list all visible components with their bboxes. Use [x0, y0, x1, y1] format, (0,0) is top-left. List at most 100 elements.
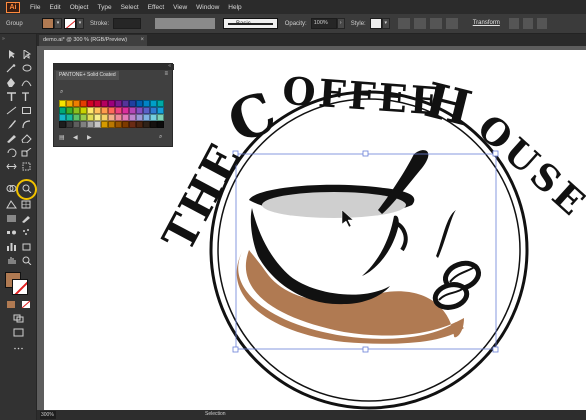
pencil-tool-icon[interactable]: [6, 134, 17, 143]
pantone-swatch[interactable]: [122, 100, 129, 107]
opacity-dropdown-icon[interactable]: ›: [336, 18, 345, 29]
menu-type[interactable]: Type: [97, 4, 111, 11]
stroke-dropdown-icon[interactable]: ▾: [76, 18, 84, 29]
direct-selection-tool-icon[interactable]: [21, 50, 32, 59]
opacity-label[interactable]: Opacity:: [285, 21, 307, 27]
next-icon[interactable]: ▶: [87, 134, 92, 141]
pantone-swatch[interactable]: [94, 114, 101, 121]
bbox-handle-bl[interactable]: [232, 346, 239, 353]
pantone-swatch[interactable]: [157, 114, 164, 121]
menu-effect[interactable]: Effect: [148, 4, 165, 11]
hand-tool-icon[interactable]: [6, 256, 17, 265]
menu-object[interactable]: Object: [70, 4, 89, 11]
selection-tool-icon[interactable]: [6, 50, 17, 59]
pantone-swatch[interactable]: [150, 114, 157, 121]
drawing-modes-icon[interactable]: [13, 314, 24, 323]
isolate-group-icon[interactable]: [445, 18, 458, 29]
library-icon[interactable]: ▤: [59, 134, 65, 141]
pantone-swatch[interactable]: [87, 107, 94, 114]
pantone-swatch[interactable]: [150, 121, 157, 128]
pantone-swatch[interactable]: [66, 100, 73, 107]
pantone-swatch[interactable]: [122, 121, 129, 128]
mesh-tool-icon[interactable]: [21, 200, 32, 209]
symbol-sprayer-tool-icon[interactable]: [21, 228, 32, 237]
eyedropper-tool-icon[interactable]: [21, 214, 32, 223]
panel-collapse-icon[interactable]: «: [168, 63, 171, 69]
pantone-swatch[interactable]: [150, 107, 157, 114]
pantone-swatch[interactable]: [87, 114, 94, 121]
pantone-swatch[interactable]: [73, 107, 80, 114]
document-tab[interactable]: demo.ai* @ 300 % (RGB/Preview) ×: [39, 35, 147, 46]
blend-tool-icon[interactable]: [6, 228, 17, 237]
pantone-swatch[interactable]: [122, 107, 129, 114]
type-tool-icon[interactable]: [6, 92, 17, 101]
screen-mode-icon[interactable]: [13, 328, 24, 337]
column-graph-tool-icon[interactable]: [6, 242, 17, 251]
color-mode-icon[interactable]: [6, 300, 17, 309]
pantone-swatch[interactable]: [87, 100, 94, 107]
pen-tool-icon[interactable]: [6, 78, 17, 87]
pantone-swatch[interactable]: [59, 100, 66, 107]
graphic-style-swatch[interactable]: [369, 18, 382, 29]
pantone-swatch[interactable]: [115, 107, 122, 114]
pantone-swatch[interactable]: [101, 100, 108, 107]
recolor-artwork-icon[interactable]: [397, 18, 410, 29]
pantone-swatch[interactable]: [73, 114, 80, 121]
line-segment-tool-icon[interactable]: [6, 106, 17, 115]
edit-toolbar-icon[interactable]: [13, 344, 24, 353]
panel-menu-icon[interactable]: ≡: [164, 71, 168, 77]
pantone-swatch[interactable]: [59, 107, 66, 114]
pantone-swatch[interactable]: [136, 121, 143, 128]
distribute-icon[interactable]: [522, 18, 533, 29]
none-mode-icon[interactable]: [21, 300, 32, 309]
pantone-swatch[interactable]: [101, 107, 108, 114]
pantone-swatch[interactable]: [101, 121, 108, 128]
pantone-swatch[interactable]: [115, 100, 122, 107]
pantone-swatch[interactable]: [94, 100, 101, 107]
pantone-swatch[interactable]: [80, 114, 87, 121]
fill-color-swatch[interactable]: [42, 18, 54, 29]
pantone-swatch[interactable]: [150, 100, 157, 107]
rotate-tool-icon[interactable]: [6, 148, 17, 157]
pantone-swatch-panel[interactable]: « PANTONE+ Solid Coated ≡ ⌕ ▤ ◀ ▶ ⌕: [53, 63, 174, 147]
scale-tool-icon[interactable]: [21, 148, 32, 157]
pantone-swatch[interactable]: [136, 114, 143, 121]
artboard-tool-icon[interactable]: [21, 242, 32, 251]
pantone-swatch[interactable]: [122, 114, 129, 121]
stroke-color-swatch[interactable]: [64, 18, 76, 29]
shape-icon[interactable]: [429, 18, 442, 29]
rectangle-tool-icon[interactable]: [21, 106, 32, 115]
variable-width-profile[interactable]: [155, 18, 216, 29]
style-dropdown-icon[interactable]: ▾: [381, 18, 390, 29]
stroke-swatch[interactable]: [12, 279, 28, 295]
width-tool-icon[interactable]: [6, 162, 17, 171]
pantone-swatch[interactable]: [73, 100, 80, 107]
menu-file[interactable]: File: [30, 4, 40, 11]
pantone-swatch[interactable]: [143, 114, 150, 121]
pantone-swatch[interactable]: [66, 114, 73, 121]
pantone-swatch[interactable]: [129, 107, 136, 114]
pantone-swatch[interactable]: [80, 100, 87, 107]
opacity-input[interactable]: 100%: [310, 18, 337, 29]
menu-help[interactable]: Help: [228, 4, 241, 11]
pantone-swatch[interactable]: [129, 100, 136, 107]
pantone-swatch[interactable]: [108, 121, 115, 128]
arrange-icon[interactable]: [508, 18, 519, 29]
pantone-swatch[interactable]: [115, 114, 122, 121]
zoom-level-field[interactable]: 300%: [40, 411, 56, 419]
pantone-swatch[interactable]: [94, 121, 101, 128]
shaper-tool-icon[interactable]: [21, 120, 32, 129]
touch-type-tool-icon[interactable]: [21, 92, 32, 101]
pantone-swatch[interactable]: [73, 121, 80, 128]
perspective-grid-tool-icon[interactable]: [6, 200, 17, 209]
menu-select[interactable]: Select: [121, 4, 139, 11]
pantone-swatch[interactable]: [157, 100, 164, 107]
pantone-swatch[interactable]: [129, 114, 136, 121]
pantone-swatch[interactable]: [59, 121, 66, 128]
pantone-swatch[interactable]: [143, 107, 150, 114]
menu-edit[interactable]: Edit: [49, 4, 60, 11]
pantone-swatch[interactable]: [129, 121, 136, 128]
magic-wand-tool-icon[interactable]: [6, 64, 17, 73]
stroke-weight-input[interactable]: [113, 18, 142, 29]
pantone-swatch[interactable]: [101, 114, 108, 121]
